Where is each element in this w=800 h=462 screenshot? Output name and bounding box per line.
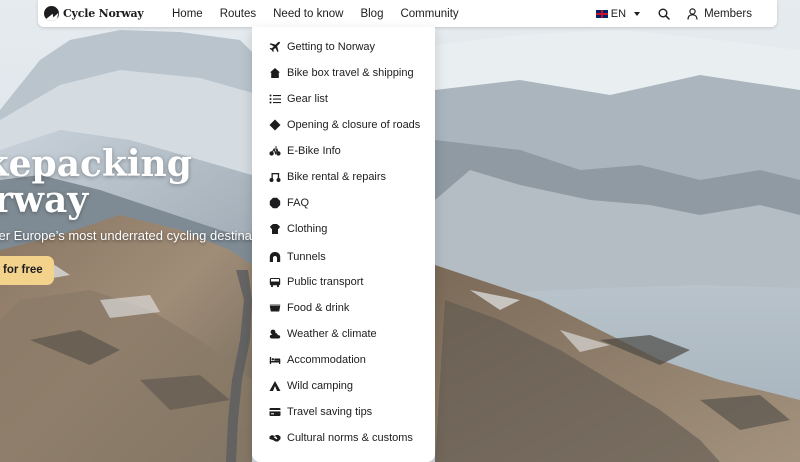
menu-item-faq[interactable]: FAQ [269, 194, 309, 212]
handshake-icon [269, 432, 281, 444]
menu-item-label: FAQ [287, 197, 310, 209]
search-button[interactable] [658, 8, 670, 20]
menu-item-label: Weather & climate [287, 328, 377, 340]
nav-links: Home Routes Need to know Blog Community [172, 0, 459, 27]
food-icon [269, 302, 281, 314]
nav-link-routes[interactable]: Routes [220, 8, 256, 20]
members-label: Members [704, 7, 752, 20]
bed-icon [269, 354, 281, 366]
nav-link-community[interactable]: Community [400, 8, 458, 20]
menu-item-label: Bike rental & repairs [287, 171, 387, 183]
menu-item-label: Public transport [287, 276, 364, 288]
rental-icon [269, 171, 281, 183]
menu-item-label: Opening & closure of roads [287, 119, 421, 131]
menu-item-wild-camping[interactable]: Wild camping [269, 377, 353, 395]
search-icon [658, 8, 670, 20]
menu-item-accommodation[interactable]: Accommodation [269, 351, 366, 369]
language-selector[interactable]: EN [595, 7, 641, 20]
menu-item-road-closures[interactable]: Opening & closure of roads [269, 116, 420, 134]
menu-item-label: E-Bike Info [287, 145, 341, 157]
nav-right-group: EN Members [595, 0, 777, 27]
menu-item-label: Food & drink [287, 302, 350, 314]
wallet-icon [269, 406, 281, 418]
menu-item-clothing[interactable]: Clothing [269, 220, 327, 238]
chevron-down-icon [634, 11, 641, 16]
tent-icon [269, 380, 281, 392]
diamond-icon [269, 119, 281, 131]
menu-item-label: Gear list [287, 93, 328, 105]
menu-item-cultural-norms[interactable]: Cultural norms & customs [269, 429, 413, 447]
need-to-know-dropdown: Getting to Norway Bike box travel & ship… [252, 27, 435, 462]
language-label: EN [610, 7, 627, 20]
faq-icon [269, 197, 281, 209]
nav-link-home[interactable]: Home [172, 8, 203, 20]
menu-item-label: Bike box travel & shipping [287, 67, 414, 79]
menu-item-label: Accommodation [287, 354, 366, 366]
bus-icon [269, 276, 281, 288]
menu-item-label: Tunnels [287, 251, 326, 263]
nav-link-blog[interactable]: Blog [360, 8, 383, 20]
menu-item-ebike-info[interactable]: E-Bike Info [269, 142, 341, 160]
menu-item-travel-saving-tips[interactable]: Travel saving tips [269, 403, 372, 421]
menu-item-gear-list[interactable]: Gear list [269, 90, 328, 108]
menu-item-getting-to-norway[interactable]: Getting to Norway [269, 38, 375, 56]
menu-item-label: Clothing [287, 223, 328, 235]
hero-subtitle: ver Europe’s most underrated cycling des… [0, 228, 266, 243]
menu-item-label: Wild camping [287, 380, 354, 392]
top-navbar: Cycle Norway Home Routes Need to know Bl… [38, 0, 777, 27]
tunnel-icon [269, 251, 281, 263]
plane-icon [269, 41, 281, 53]
list-icon [269, 93, 281, 105]
logo-mountain-icon [44, 6, 59, 21]
hero-title-line1: ikepacking [0, 143, 192, 185]
user-icon [687, 7, 698, 20]
brand-logo[interactable]: Cycle Norway [44, 5, 144, 22]
hero-title-line2: orway [0, 179, 89, 221]
menu-item-label: Cultural norms & customs [287, 432, 413, 444]
hero-cta-button[interactable]: for free [0, 256, 54, 285]
weather-icon [269, 328, 281, 340]
menu-item-tunnels[interactable]: Tunnels [269, 248, 326, 266]
bike-icon [269, 145, 281, 157]
uk-flag-icon [595, 9, 608, 18]
brand-name: Cycle Norway [63, 7, 144, 20]
menu-item-bike-rental[interactable]: Bike rental & repairs [269, 168, 386, 186]
nav-link-need-to-know[interactable]: Need to know [273, 8, 343, 20]
hero-title: ikepacking orway [0, 146, 192, 218]
members-button[interactable]: Members [687, 8, 752, 20]
menu-item-food-drink[interactable]: Food & drink [269, 299, 349, 317]
menu-item-weather-climate[interactable]: Weather & climate [269, 325, 377, 343]
menu-item-label: Getting to Norway [287, 41, 376, 53]
menu-item-label: Travel saving tips [287, 406, 373, 418]
menu-item-bike-box-travel[interactable]: Bike box travel & shipping [269, 64, 414, 82]
menu-item-public-transport[interactable]: Public transport [269, 273, 363, 291]
clothing-icon [269, 223, 281, 235]
house-icon [269, 67, 281, 79]
